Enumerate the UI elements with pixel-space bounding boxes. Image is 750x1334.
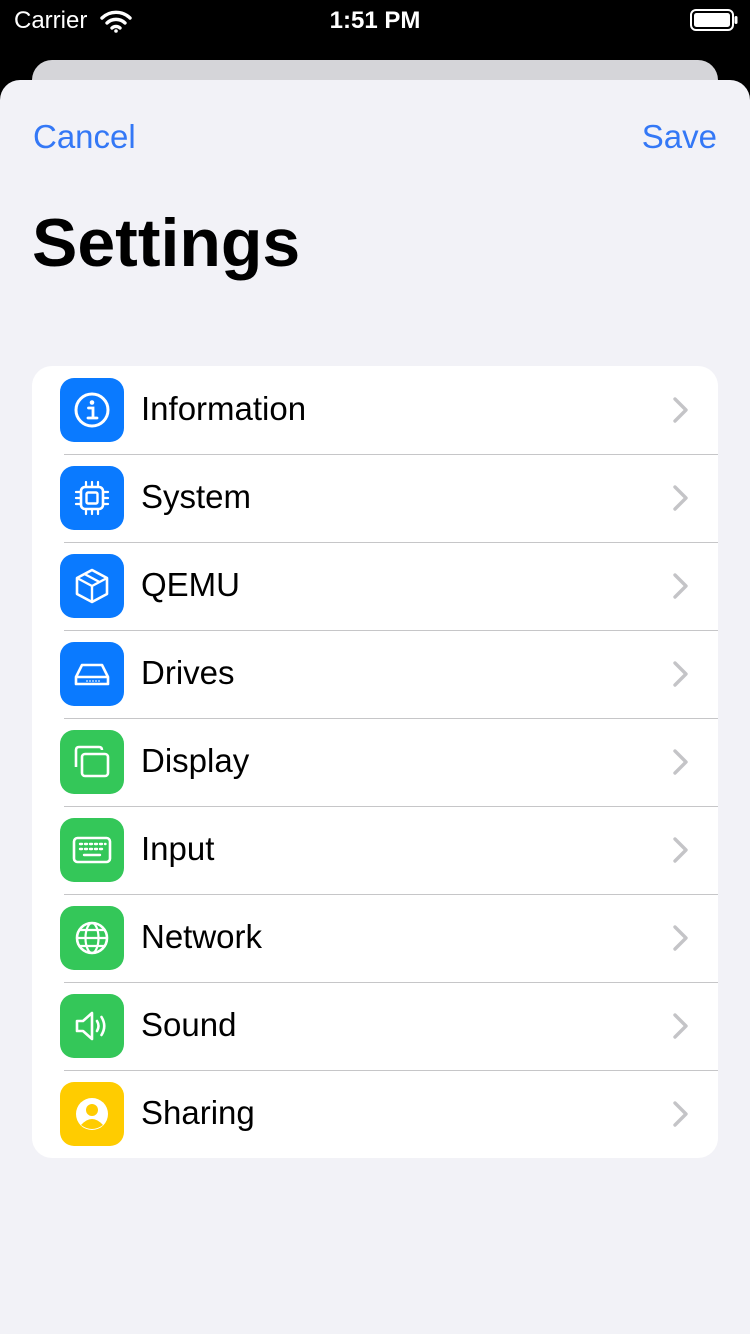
status-time: 1:51 PM — [329, 7, 421, 34]
chevron-right-icon — [673, 925, 688, 951]
chevron-right-icon — [673, 573, 688, 599]
cube-icon — [60, 554, 124, 618]
chevron-right-icon — [673, 837, 688, 863]
chevron-right-icon — [673, 1013, 688, 1039]
settings-item-sharing[interactable]: Sharing — [32, 1070, 718, 1158]
settings-item-input[interactable]: Input — [32, 806, 718, 894]
chevron-right-icon — [673, 661, 688, 687]
save-button[interactable]: Save — [642, 118, 717, 156]
settings-item-label: Input — [141, 830, 215, 867]
settings-item-label: Drives — [141, 654, 235, 691]
speaker-icon — [60, 994, 124, 1058]
page-title: Settings — [32, 205, 301, 281]
settings-item-label: Display — [141, 742, 250, 779]
settings-item-label: QEMU — [141, 566, 240, 603]
settings-item-label: Network — [141, 918, 263, 955]
settings-list: Information System QEMU Drives Display I… — [32, 366, 718, 1158]
drive-icon — [60, 642, 124, 706]
chevron-right-icon — [673, 397, 688, 423]
settings-item-label: System — [141, 478, 252, 515]
cpu-icon — [60, 466, 124, 530]
settings-item-label: Information — [141, 390, 307, 427]
settings-item-system[interactable]: System — [32, 454, 718, 542]
status-bar: Carrier 1:51 PM — [0, 0, 750, 40]
settings-item-information[interactable]: Information — [32, 366, 718, 454]
display-icon — [60, 730, 124, 794]
battery-icon — [690, 9, 738, 31]
settings-item-qemu[interactable]: QEMU — [32, 542, 718, 630]
chevron-right-icon — [673, 1101, 688, 1127]
chevron-right-icon — [673, 485, 688, 511]
settings-item-label: Sound — [141, 1006, 237, 1043]
info-icon — [60, 378, 124, 442]
settings-item-display[interactable]: Display — [32, 718, 718, 806]
keyboard-icon — [60, 818, 124, 882]
settings-sheet: Cancel Save Settings Information System … — [0, 80, 750, 1334]
settings-item-sound[interactable]: Sound — [32, 982, 718, 1070]
settings-item-drives[interactable]: Drives — [32, 630, 718, 718]
cancel-button[interactable]: Cancel — [33, 118, 136, 156]
globe-icon — [60, 906, 124, 970]
person-icon — [60, 1082, 124, 1146]
settings-item-network[interactable]: Network — [32, 894, 718, 982]
settings-item-label: Sharing — [141, 1094, 255, 1131]
chevron-right-icon — [673, 749, 688, 775]
